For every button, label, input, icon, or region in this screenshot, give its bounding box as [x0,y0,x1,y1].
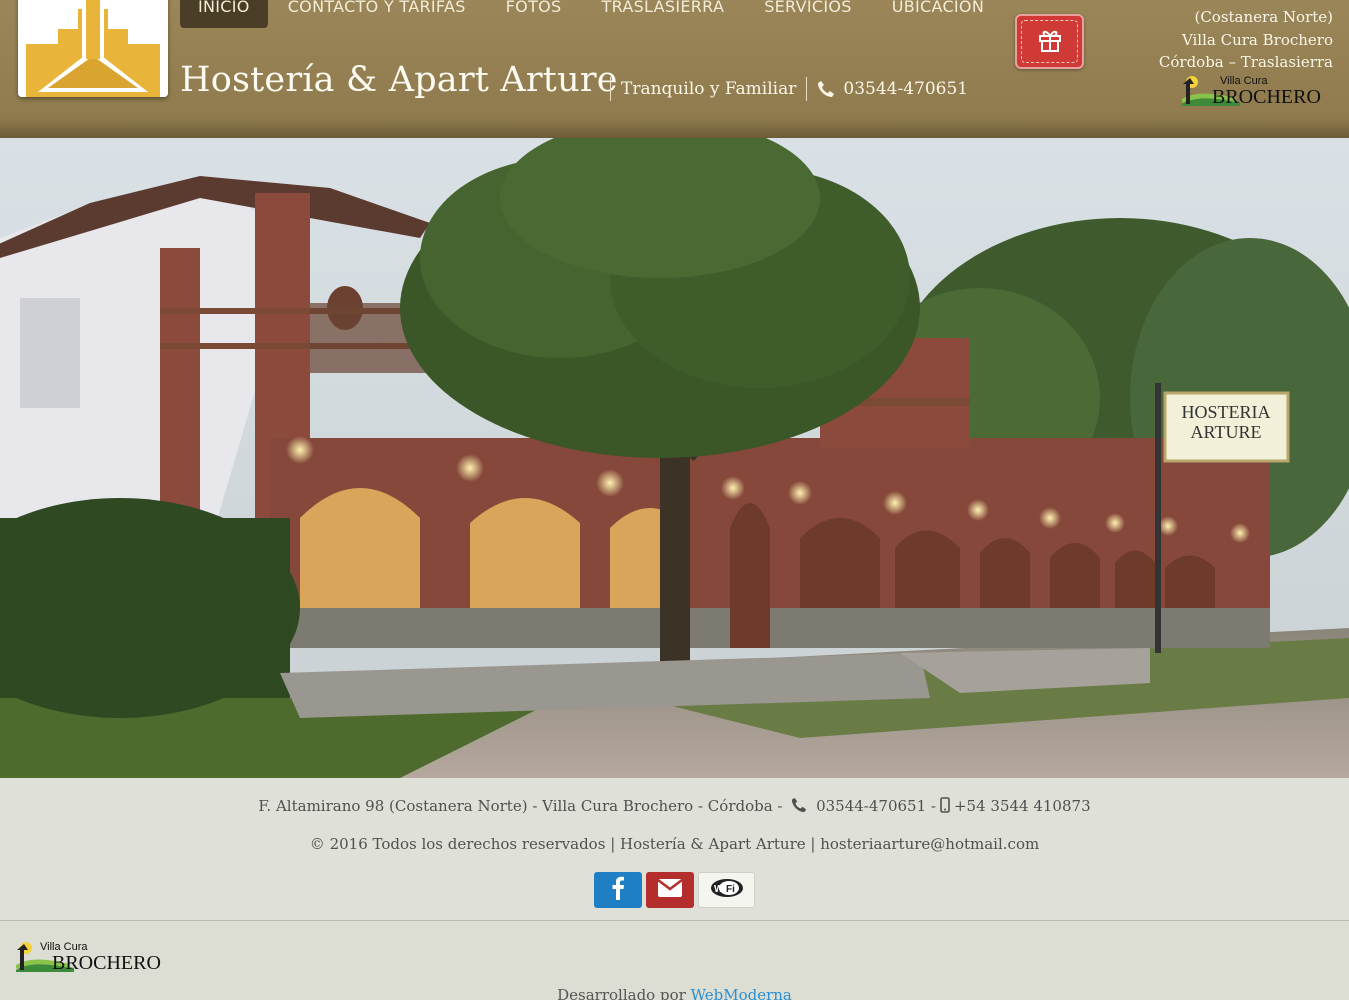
site-title[interactable]: Hostería & Apart Arture [180,60,618,100]
footer-email[interactable]: hosteriaarture@hotmail.com [820,835,1039,853]
villa-cura-brochero-logo[interactable]: Villa Cura BROCHERO [14,936,170,974]
svg-text:Fi: Fi [726,884,735,895]
nav-ubicacion[interactable]: UBICACIÓN [872,0,1004,28]
wifi-button[interactable]: Wi Fi [698,872,755,908]
wifi-icon: Wi Fi [710,878,744,902]
gift-button[interactable] [1015,14,1084,69]
phone-icon [817,80,835,98]
separator [806,77,808,101]
footer-contact-line: F. Altamirano 98 (Costanera Norte) - Vil… [0,797,1349,817]
hero-photo: HOSTERIA ARTURE [0,138,1349,778]
site-header: INICIO CONTACTO Y TARIFAS FOTOS TRASLASI… [0,0,1349,138]
separator: | [810,835,821,853]
svg-text:Wi: Wi [714,884,726,895]
address-line: Córdoba – Traslasierra [1158,53,1333,71]
envelope-icon [657,879,683,901]
tagline: Tranquilo y Familiar [621,79,797,99]
logo-big-text: BROCHERO [1212,86,1321,108]
header-phone[interactable]: 03544-470651 [843,79,968,99]
address-line: (Costanera Norte) [1194,8,1333,26]
nav-servicios[interactable]: SERVICIOS [744,0,872,28]
header-address: (Costanera Norte) Villa Cura Brochero Có… [1159,6,1333,74]
nav-contacto-tarifas[interactable]: CONTACTO Y TARIFAS [268,0,486,28]
separator [610,77,611,101]
facebook-button[interactable] [594,872,642,908]
main-nav: INICIO CONTACTO Y TARIFAS FOTOS TRASLASI… [180,0,1004,28]
footer-mobile[interactable]: +54 3544 410873 [954,797,1091,815]
phone-icon [791,797,807,817]
separator: | [610,835,621,853]
sign-line-2: ARTURE [1191,422,1262,442]
logo-big-text: BROCHERO [52,952,161,974]
mobile-icon [940,797,950,817]
nav-inicio[interactable]: INICIO [180,0,268,28]
hotel-logo[interactable] [18,0,168,97]
sign-line-1: HOSTERIA [1182,402,1271,422]
header-info-row: Tranquilo y Familiar 03544-470651 [600,76,968,102]
nav-traslasierra[interactable]: TRASLASIERRA [582,0,745,28]
gift-icon [1037,27,1063,57]
dev-prefix: Desarrollado por [557,986,686,1000]
separator: - [930,797,936,815]
footer-phone[interactable]: 03544-470651 [816,797,926,815]
address-line: Villa Cura Brochero [1181,30,1333,49]
email-button[interactable] [646,872,694,908]
footer-brand: Hostería & Apart Arture [620,835,806,853]
developer-credit: Desarrollado por WebModerna [0,986,1349,1000]
social-links: Wi Fi [594,872,755,908]
footer-copyright-line: © 2016 Todos los derechos reservados | H… [0,835,1349,853]
facebook-icon [611,876,625,904]
copyright: © 2016 Todos los derechos reservados [309,835,606,853]
footer-address: F. Altamirano 98 (Costanera Norte) - Vil… [258,797,783,815]
nav-fotos[interactable]: FOTOS [486,0,582,28]
dev-link[interactable]: WebModerna [691,986,792,1000]
villa-cura-brochero-logo[interactable]: Villa Cura BROCHERO [1180,72,1334,108]
